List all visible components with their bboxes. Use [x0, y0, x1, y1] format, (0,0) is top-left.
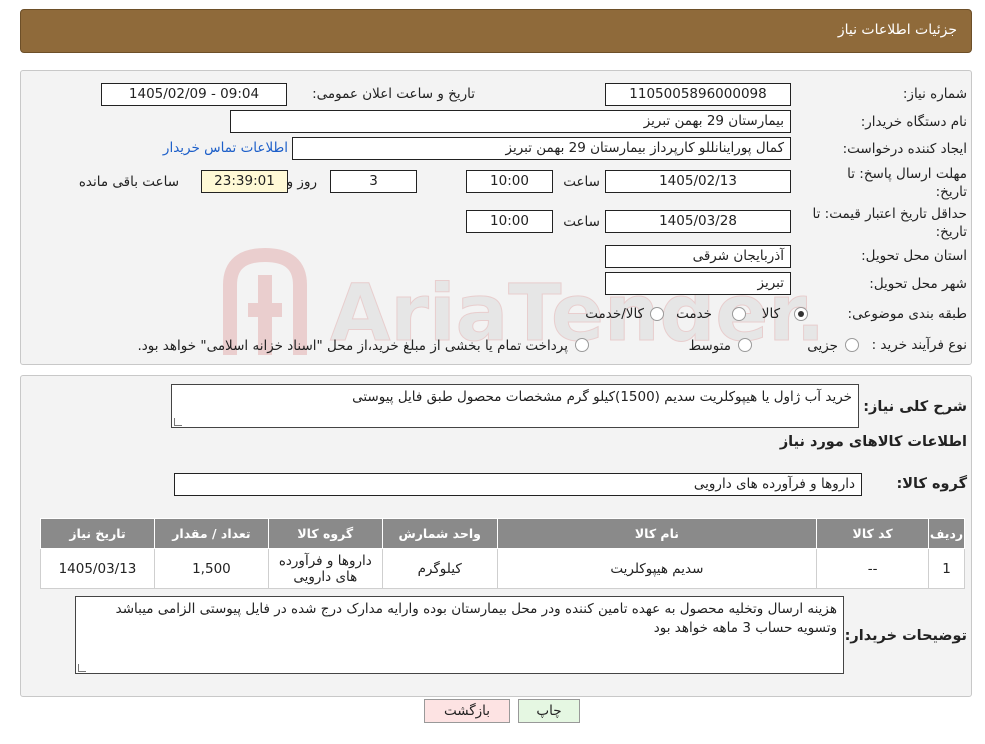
resize-grip-icon[interactable] [78, 664, 86, 672]
remaining-time-field: 23:39:01 [201, 170, 288, 193]
resize-grip-icon[interactable] [174, 418, 182, 426]
items-table: ردیف کد کالا نام کالا واحد شمارش گروه کا… [40, 518, 965, 589]
process-radio-medium[interactable] [738, 338, 752, 352]
col-need-date: تاریخ نیاز [40, 518, 155, 549]
city-field: تبریز [605, 272, 791, 295]
need-number-label: شماره نیاز: [902, 86, 967, 102]
col-unit: واحد شمارش [381, 518, 498, 549]
cell-need-date: 1405/03/13 [40, 548, 155, 589]
cell-group: داروها و فرآورده های دارویی [267, 548, 383, 589]
goods-info-title: اطلاعات کالاهای مورد نیاز [779, 434, 967, 450]
buyer-notes-textarea[interactable]: هزینه ارسال وتخلیه محصول به عهده تامین ک… [75, 596, 844, 674]
deadline-label-date: تاریخ: [935, 184, 967, 200]
province-label: استان محل تحویل: [861, 248, 967, 264]
buyer-contact-link[interactable]: اطلاعات تماس خریدار [163, 140, 288, 156]
category-label: طبقه بندی موضوعی: [847, 306, 967, 322]
summary-label: شرح کلی نیاز: [863, 399, 967, 415]
category-radio-service[interactable] [732, 307, 746, 321]
validity-time-field: 10:00 [466, 210, 553, 233]
col-name: نام کالا [496, 518, 818, 549]
deadline-time-field: 10:00 [466, 170, 553, 193]
goods-group-field: داروها و فرآورده های دارویی [174, 473, 862, 496]
col-group: گروه کالا [267, 518, 383, 549]
requester-field: کمال پوراینانللو کارپرداز بیمارستان 29 ب… [292, 137, 791, 160]
cell-unit: کیلوگرم [381, 548, 498, 589]
table-row: 1 -- سدیم هیپوکلریت کیلوگرم داروها و فرآ… [40, 548, 965, 589]
deadline-time-label: ساعت [563, 174, 600, 190]
deadline-label: مهلت ارسال پاسخ: تا [847, 166, 967, 182]
process-option-medium: متوسط [688, 338, 731, 354]
buyer-notes-label: توضیحات خریدار: [844, 628, 967, 644]
announce-date-label: تاریخ و ساعت اعلان عمومی: [312, 86, 475, 102]
back-button[interactable]: بازگشت [424, 699, 510, 723]
process-radio-minor[interactable] [845, 338, 859, 352]
category-radio-goods[interactable] [794, 307, 808, 321]
process-option-minor: جزیی [807, 338, 838, 354]
need-number-field: 1105005896000098 [605, 83, 791, 106]
page-title: جزئیات اطلاعات نیاز [837, 22, 957, 38]
deadline-date-field: 1405/02/13 [605, 170, 791, 193]
summary-textarea[interactable]: خرید آب ژاول یا هیپوکلریت سدیم (1500)کیل… [171, 384, 859, 428]
cell-row: 1 [928, 548, 965, 589]
remaining-days-field: 3 [330, 170, 417, 193]
buyer-notes-text: هزینه ارسال وتخلیه محصول به عهده تامین ک… [115, 601, 837, 636]
goods-group-label: گروه کالا: [896, 476, 967, 492]
category-option-service: خدمت [676, 306, 712, 322]
category-radio-goods-service[interactable] [650, 307, 664, 321]
requester-label: ایجاد کننده درخواست: [842, 141, 967, 157]
validity-time-label: ساعت [563, 214, 600, 230]
process-label: نوع فرآیند خرید : [871, 337, 967, 353]
remaining-time-label: ساعت باقی مانده [78, 174, 179, 190]
validity-date-field: 1405/03/28 [605, 210, 791, 233]
process-treasury-checkbox[interactable] [575, 338, 589, 352]
cell-code: -- [816, 548, 930, 589]
page-header: جزئیات اطلاعات نیاز [20, 9, 972, 53]
category-option-goods: کالا [761, 306, 780, 322]
province-field: آذربایجان شرقی [605, 245, 791, 268]
days-label: روز و [286, 174, 317, 190]
category-option-goods-service: کالا/خدمت [585, 306, 644, 322]
items-table-header: ردیف کد کالا نام کالا واحد شمارش گروه کا… [40, 518, 965, 549]
print-button[interactable]: چاپ [518, 699, 580, 723]
cell-name: سدیم هیپوکلریت [496, 548, 818, 589]
col-code: کد کالا [816, 518, 930, 549]
process-treasury-note: پرداخت تمام یا بخشی از مبلغ خرید،از محل … [137, 338, 568, 354]
buyer-org-field: بیمارستان 29 بهمن تبریز [230, 110, 791, 133]
validity-label-date: تاریخ: [935, 224, 967, 240]
city-label: شهر محل تحویل: [869, 276, 967, 292]
announce-date-field: 1405/02/09 - 09:04 [101, 83, 287, 106]
col-row: ردیف [928, 518, 965, 549]
summary-text: خرید آب ژاول یا هیپوکلریت سدیم (1500)کیل… [352, 389, 852, 405]
validity-label: حداقل تاریخ اعتبار قیمت: تا [812, 206, 967, 222]
cell-quantity: 1,500 [153, 548, 269, 589]
col-quantity: تعداد / مقدار [153, 518, 269, 549]
buyer-org-label: نام دستگاه خریدار: [860, 114, 967, 130]
